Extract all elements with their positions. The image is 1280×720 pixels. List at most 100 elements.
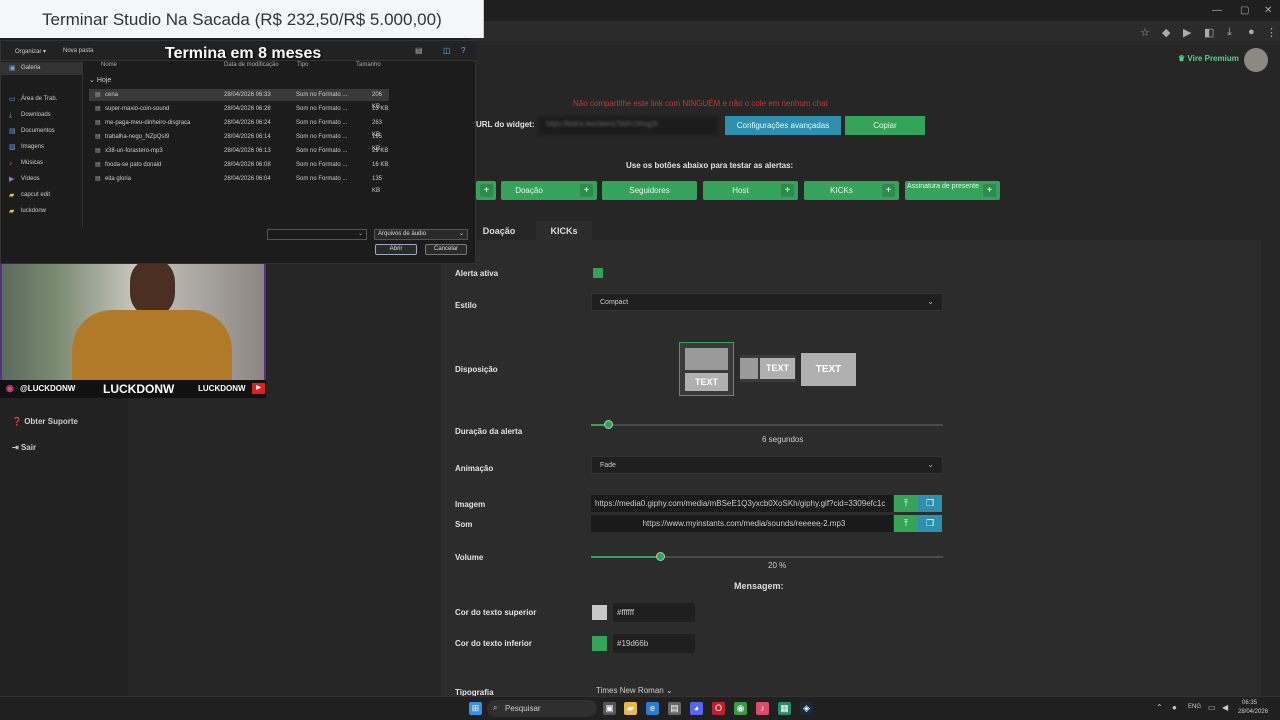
file-date: 28/04/2026 06:04 (224, 176, 271, 182)
column-size[interactable]: Tamanho (356, 62, 381, 68)
clock-date[interactable]: 28/04/2026 (1238, 709, 1268, 715)
premium-link[interactable]: ♛ Vire Premium (1178, 54, 1239, 63)
file-row[interactable]: ▤ x38-un-forastero-mp3 28/04/2026 06:13 Som… (89, 145, 389, 157)
test-button-host[interactable]: Host + (703, 181, 798, 200)
test-button-partial[interactable]: + (476, 181, 496, 200)
file-row[interactable]: ▤ cena 28/04/2026 06:33 Som no Formato ... 2… (89, 89, 389, 110)
media-icon[interactable]: ▶ (1183, 26, 1191, 39)
file-row[interactable]: ▤ eita gloria 28/04/2026 06:04 Som no Forma… (89, 173, 389, 194)
sidebar-item-logout[interactable]: ⇥ Sair (12, 443, 36, 452)
edge-icon[interactable]: e (646, 702, 659, 715)
cancel-button[interactable]: Cancelar (425, 244, 467, 255)
duration-track (591, 424, 943, 426)
chevron-down-icon: ⌄ (927, 297, 934, 306)
widget-url-field[interactable]: https://botrix.live/alerts?bid=1Wxg2k (538, 116, 718, 135)
column-date[interactable]: Data de modificação (224, 62, 279, 68)
sidebar-item-documents[interactable]: ▤ Documentos (1, 125, 83, 138)
sidebar-item-support[interactable]: ❓ Obter Suporte (12, 417, 78, 426)
taskbar-search[interactable]: ⌕ Pesquisar (487, 700, 597, 717)
tab-kicks[interactable]: KICKs (536, 221, 592, 241)
test-button-followers[interactable]: Seguidores (602, 181, 697, 200)
close-icon[interactable]: ✕ (1264, 5, 1272, 16)
task-view-icon[interactable]: ▣ (603, 702, 616, 715)
sound-url-input[interactable]: https://www.myinstants.com/media/sounds/… (591, 515, 893, 532)
clock-time[interactable]: 06:35 (1242, 700, 1257, 706)
extension-icon[interactable]: ◆ (1162, 26, 1170, 39)
organize-button[interactable]: Organizar ▾ (15, 48, 46, 55)
file-explorer-icon[interactable]: ▰ (624, 702, 637, 715)
active-checkbox[interactable] (593, 268, 603, 278)
tab-donation[interactable]: Doação (476, 221, 522, 241)
test-button-gift-sub[interactable]: Assinatura de presente + (905, 181, 1000, 200)
copy-button[interactable]: Copiar (845, 116, 925, 135)
volume-icon[interactable]: ◀ (1222, 703, 1228, 712)
filename-input[interactable]: ⌄ (267, 229, 367, 240)
file-row[interactable]: ▤ super-maxio-coin-sound 28/04/2026 06:28 S… (89, 103, 389, 115)
minimize-icon[interactable]: — (1212, 5, 1222, 16)
browser-toolbar (470, 21, 1280, 41)
star-icon[interactable]: ☆ (1140, 26, 1150, 39)
sidebar-item-music[interactable]: ♪ Músicas (1, 157, 83, 170)
advanced-settings-button[interactable]: Configurações avançadas (725, 116, 841, 135)
bottom-color-input[interactable]: #19d66b (613, 634, 695, 653)
store-icon[interactable]: ▤ (668, 702, 681, 715)
column-name[interactable]: Nome (101, 62, 117, 68)
style-select[interactable]: Compact ⌄ (591, 293, 943, 311)
test-hint: Use os botões abaixo para testar as aler… (626, 161, 794, 170)
file-type-select[interactable]: Arquivos de áudio ⌄ (374, 229, 468, 240)
opera-icon[interactable]: O (712, 702, 725, 715)
sidepanel-icon[interactable]: ◧ (1204, 26, 1214, 39)
test-button-donation[interactable]: Doação + (501, 181, 597, 200)
help-icon[interactable]: ? (461, 46, 465, 55)
upload-icon[interactable]: ⤒ (894, 515, 918, 532)
sidebar-item-videos[interactable]: ▶ Vídeos (1, 173, 83, 186)
top-color-swatch[interactable] (592, 605, 607, 620)
file-row[interactable]: ▤ fooda-se pato donald 28/04/2026 06:08 Som… (89, 159, 389, 171)
network-icon[interactable]: ▭ (1208, 703, 1216, 712)
font-select[interactable]: Times New Roman ⌄ (592, 686, 688, 696)
test-button-kicks[interactable]: KICKs + (804, 181, 899, 200)
file-row[interactable]: ▤ me-paga-meu-dinheiro-disgraca 28/04/2026… (89, 117, 389, 138)
gallery-icon[interactable]: ❐ (918, 495, 942, 512)
music-icon[interactable]: ♪ (756, 702, 769, 715)
layout-option-text-only[interactable]: TEXT (801, 353, 856, 386)
windows-start-icon[interactable]: ⊞ (469, 702, 482, 715)
duration-slider-handle[interactable] (603, 420, 613, 429)
language-indicator[interactable]: ENG (1188, 704, 1201, 710)
download-icon[interactable]: ⤓ (1227, 26, 1232, 39)
preview-icon[interactable]: ◫ (443, 46, 451, 55)
sidebar-item-gallery[interactable]: ▣ Galeria (1, 62, 83, 75)
app-icon[interactable]: ▦ (778, 702, 791, 715)
chevron-up-icon[interactable]: ⌃ (1156, 703, 1163, 712)
profile-icon[interactable]: ● (1248, 26, 1255, 38)
audio-file-icon: ▤ (95, 106, 101, 112)
column-type[interactable]: Tipo (297, 62, 308, 68)
sidebar-item-downloads[interactable]: ⤓ Downloads (1, 109, 83, 122)
gallery-icon[interactable]: ❐ (918, 515, 942, 532)
sidebar-item-images[interactable]: ▨ Imagens (1, 141, 83, 154)
steam-icon[interactable]: ◈ (800, 702, 813, 715)
upload-icon[interactable]: ⤒ (894, 495, 918, 512)
view-icon[interactable]: ▤ (415, 46, 423, 55)
sidebar-item-luckdonw[interactable]: ▰ luckdonw (1, 205, 83, 218)
layout-option-stacked[interactable]: TEXT (679, 342, 734, 396)
sidebar-item-desktop[interactable]: ▭ Área de Trab. (1, 93, 83, 106)
sidebar-item-capcut[interactable]: ▰ capcut edit (1, 189, 83, 202)
mic-icon[interactable]: ● (1172, 703, 1177, 712)
avatar[interactable] (1244, 48, 1268, 72)
image-url-input[interactable]: https://media0.giphy.com/media/mBSeE1Q3y… (591, 495, 893, 512)
maximize-icon[interactable]: ▢ (1240, 5, 1249, 16)
chrome-icon[interactable]: ◉ (734, 702, 747, 715)
menu-icon[interactable]: ⋮ (1266, 26, 1277, 39)
plus-icon: + (580, 184, 593, 197)
file-row[interactable]: ▤ trabalha-nego_NZpQsI9 28/04/2026 06:14 So… (89, 131, 389, 152)
open-button[interactable]: Abrir (375, 244, 417, 255)
desktop-icon: ▭ (9, 96, 16, 103)
discord-icon[interactable]: ◕ (690, 702, 703, 715)
bottom-color-swatch[interactable] (592, 636, 607, 651)
animation-select[interactable]: Fade ⌄ (591, 456, 943, 474)
top-color-input[interactable]: #ffffff (613, 603, 695, 622)
new-folder-button[interactable]: Nova pasta (63, 48, 93, 54)
style-label: Estilo (455, 301, 477, 310)
layout-option-side[interactable]: TEXT (740, 355, 796, 382)
